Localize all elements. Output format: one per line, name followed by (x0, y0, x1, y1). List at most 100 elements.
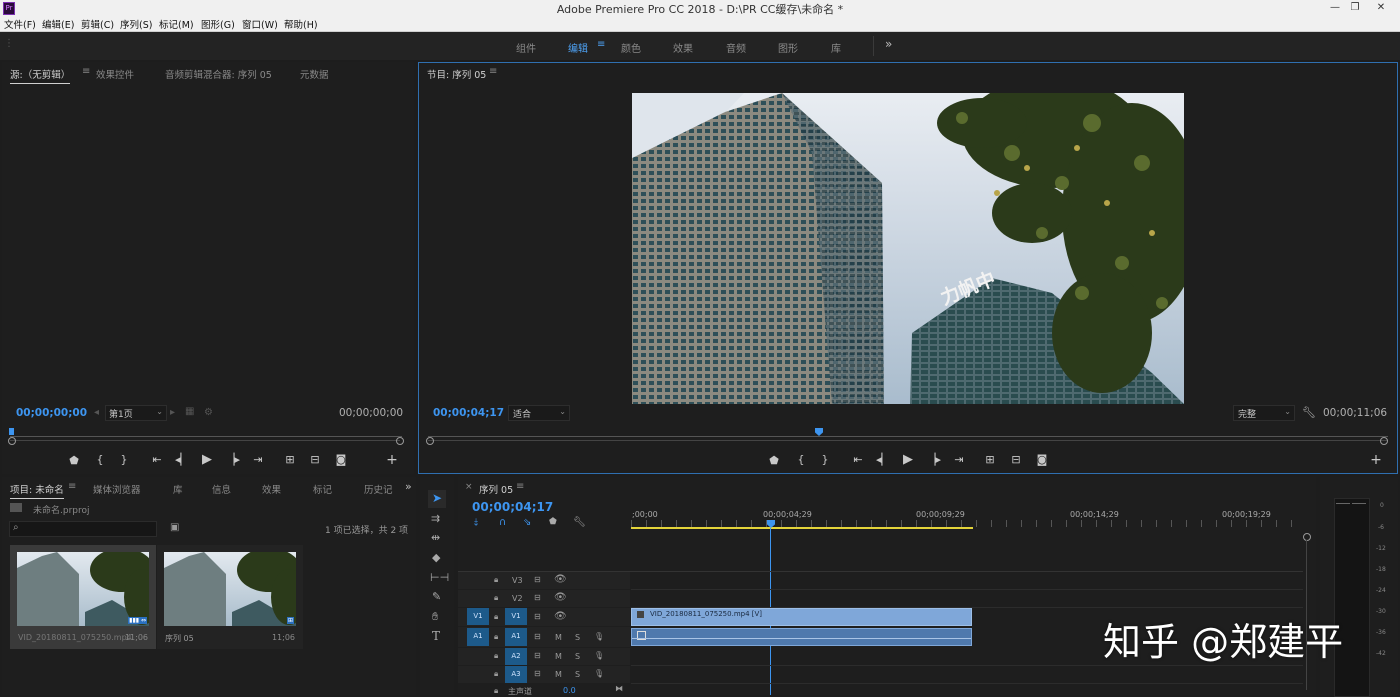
tab-history[interactable]: 历史记 (364, 482, 393, 496)
tab-effect-controls[interactable]: 效果控件 (96, 67, 134, 81)
workspace-color[interactable]: 颜色 (621, 40, 641, 55)
sync-lock-icon[interactable]: ⊟ (534, 632, 541, 641)
type-tool-icon[interactable]: T (432, 629, 440, 643)
close-button[interactable]: ✕ (1370, 0, 1392, 16)
tab-markers[interactable]: 标记 (313, 482, 332, 496)
more-tabs-button[interactable]: » (405, 480, 412, 493)
timeline-ruler-ticks[interactable] (631, 520, 1303, 527)
video-clip[interactable]: VID_20180811_075250.mp4 [V] (631, 608, 972, 626)
go-to-out-icon[interactable]: ⇥ (250, 453, 266, 466)
menu-clip[interactable]: 剪辑(C) (81, 17, 114, 31)
audio-clip[interactable] (631, 628, 972, 646)
quality-select[interactable]: 完整 ⌄ (1233, 405, 1295, 421)
mark-in-icon[interactable]: { (92, 453, 108, 466)
fit-select[interactable]: 适合 ⌄ (508, 405, 570, 421)
tab-libraries[interactable]: 库 (173, 482, 183, 496)
close-tab-icon[interactable]: × (465, 482, 473, 492)
track-target-a1[interactable]: A1 (505, 628, 527, 646)
track-target-a2[interactable]: A2 (505, 648, 527, 665)
solo-button[interactable]: S (575, 670, 580, 679)
menu-sequence[interactable]: 序列(S) (120, 17, 152, 31)
step-forward-icon[interactable]: ▕▸ (225, 453, 241, 466)
mark-in-icon[interactable]: { (793, 453, 809, 466)
menu-window[interactable]: 窗口(W) (242, 17, 278, 31)
camera-icon[interactable]: ◙ (333, 453, 349, 466)
step-forward-icon[interactable]: ▕▸ (926, 453, 942, 466)
program-timecode-out[interactable]: 00;00;11;06 (1323, 407, 1387, 419)
microphone-icon[interactable]: 🎙︎ (594, 651, 604, 660)
go-to-in-icon[interactable]: ⇤ (149, 453, 165, 466)
menu-marker[interactable]: 标记(M) (159, 17, 194, 31)
add-marker-icon[interactable]: ⬟ (66, 454, 82, 467)
step-back-icon[interactable]: ◂▏ (174, 453, 190, 466)
program-time-ruler[interactable] (428, 430, 1388, 437)
zoom-handle-left[interactable] (8, 437, 16, 445)
mute-button[interactable]: M (555, 670, 562, 679)
snap-icon[interactable]: ∩ (499, 517, 506, 528)
add-button-icon[interactable]: + (1368, 452, 1384, 468)
source-scrub-bar[interactable] (10, 440, 400, 441)
maximize-button[interactable]: ❐ (1344, 0, 1366, 16)
tab-program[interactable]: 节目: 序列 05 (427, 67, 486, 81)
linked-selection-icon[interactable]: ⇘ (523, 517, 531, 528)
slip-tool-icon[interactable]: ⊢⊣ (430, 571, 449, 584)
master-volume-value[interactable]: 0.0 (563, 686, 576, 695)
menu-help[interactable]: 帮助(H) (284, 17, 318, 31)
track-target-a3[interactable]: A3 (505, 666, 527, 683)
add-marker-icon[interactable]: ⬟ (549, 517, 557, 527)
workspace-more-button[interactable]: » (885, 37, 892, 51)
lock-icon[interactable]: 🔒︎ (494, 593, 498, 603)
timeline-scroll-handle[interactable] (1303, 533, 1311, 541)
sync-lock-icon[interactable]: ⊟ (534, 612, 541, 621)
wrench-icon[interactable]: 🔧︎ (1302, 406, 1316, 419)
lock-icon[interactable]: 🔒︎ (494, 632, 498, 642)
extract-icon[interactable]: ⊟ (1008, 453, 1024, 466)
ripple-edit-tool-icon[interactable]: ⇹ (431, 531, 440, 544)
menu-graphics[interactable]: 图形(G) (201, 17, 235, 31)
lift-icon[interactable]: ⊞ (982, 453, 998, 466)
go-to-in-icon[interactable]: ⇤ (850, 453, 866, 466)
source-patch-a1[interactable]: A1 (467, 628, 489, 646)
tab-metadata[interactable]: 元数据 (300, 67, 329, 81)
microphone-icon[interactable]: 🎙︎ (594, 632, 604, 641)
play-icon[interactable]: ▶ (199, 452, 215, 467)
workspace-effects[interactable]: 效果 (673, 40, 693, 55)
tab-sequence[interactable]: 序列 05 (479, 482, 513, 496)
prev-page-icon[interactable]: ◂ (94, 407, 99, 418)
panel-menu-icon[interactable]: ≡ (516, 481, 524, 492)
mute-button[interactable]: M (555, 652, 562, 661)
panel-menu-icon[interactable]: ≡ (68, 481, 76, 492)
project-search-input[interactable]: ⌕ (9, 521, 157, 537)
sync-lock-icon[interactable]: ⊟ (534, 669, 541, 678)
track-select-tool-icon[interactable]: ⇉ (431, 512, 440, 525)
safe-margins-icon[interactable]: ▦ (185, 406, 194, 417)
go-to-out-icon[interactable]: ⇥ (951, 453, 967, 466)
lock-icon[interactable]: 🔒︎ (494, 575, 498, 585)
tab-project[interactable]: 项目: 未命名 (10, 482, 64, 499)
tab-source[interactable]: 源:（无剪辑） (10, 67, 71, 84)
lock-icon[interactable]: 🔒︎ (494, 612, 498, 622)
workspace-graphics[interactable]: 图形 (778, 40, 798, 55)
panel-menu-icon[interactable]: ≡ (489, 66, 497, 77)
razor-tool-icon[interactable]: ◆ (432, 551, 440, 564)
solo-button[interactable]: S (575, 633, 580, 642)
source-patch-v1[interactable]: V1 (467, 608, 489, 625)
add-button-icon[interactable]: + (384, 452, 400, 468)
work-area-bar[interactable] (631, 527, 973, 529)
timeline-settings-icon[interactable]: 🔧︎ (573, 517, 586, 528)
mark-out-icon[interactable]: } (116, 453, 132, 466)
timeline-timecode[interactable]: 00;00;04;17 (472, 500, 553, 514)
source-playhead[interactable] (9, 428, 14, 435)
play-icon[interactable]: ▶ (900, 452, 916, 467)
tab-audio-clip-mixer[interactable]: 音频剪辑混合器: 序列 05 (165, 67, 272, 81)
zoom-handle-left[interactable] (426, 437, 434, 445)
microphone-icon[interactable]: 🎙︎ (594, 669, 604, 678)
media-item-sequence[interactable]: ⊞ 序列 05 11;06 (157, 545, 303, 649)
eye-icon[interactable]: 👁︎ (554, 611, 567, 622)
mute-button[interactable]: M (555, 633, 562, 642)
camera-icon[interactable]: ◙ (1034, 453, 1050, 466)
workspace-assembly[interactable]: 组件 (516, 40, 536, 55)
solo-button[interactable]: S (575, 652, 580, 661)
nest-icon[interactable]: ⤈ (474, 517, 478, 528)
add-marker-icon[interactable]: ⬟ (766, 454, 782, 467)
